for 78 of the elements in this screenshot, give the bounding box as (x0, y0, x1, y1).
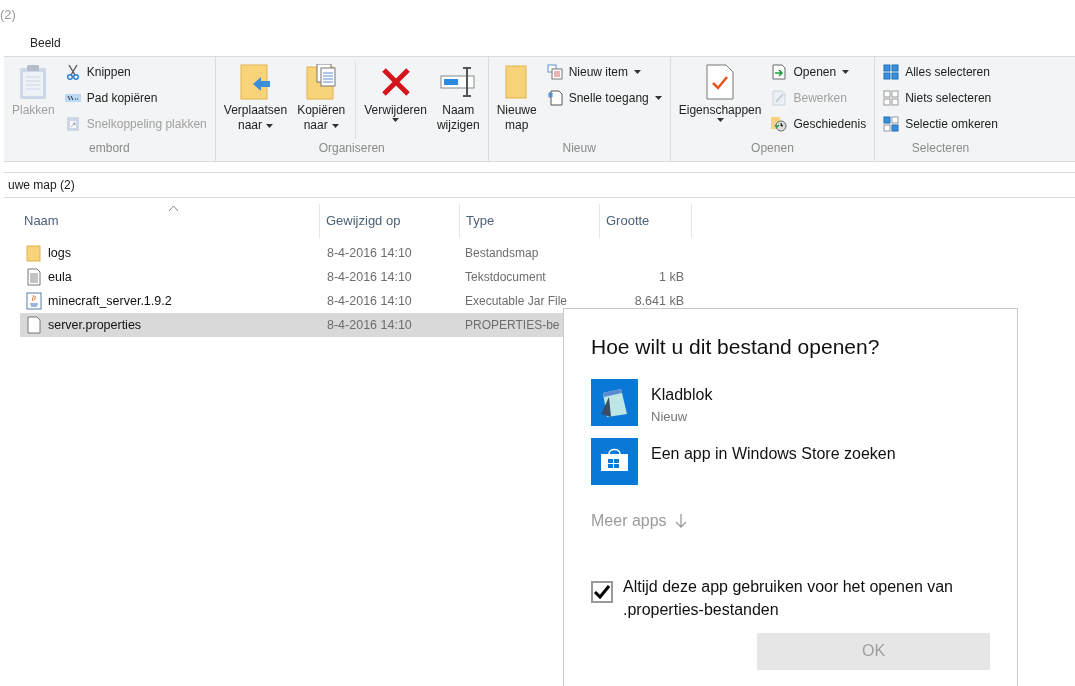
open-icon (771, 64, 788, 80)
ribbon-button[interactable]: Openen (771, 61, 867, 83)
folder-icon (26, 244, 42, 262)
file-name: server.properties (48, 316, 142, 334)
grid-select-icon (883, 90, 900, 106)
column-header[interactable]: Type (460, 204, 600, 238)
app-note: Nieuw (651, 407, 689, 426)
ribbon-button[interactable]: Geschiedenis (771, 113, 867, 135)
rename-icon (440, 66, 477, 98)
history-icon (771, 116, 788, 132)
modified-date: 8-4-2016 14:10 (327, 317, 412, 332)
folder-icon (503, 65, 530, 99)
new-item-icon (546, 64, 563, 80)
checklist-icon (706, 64, 735, 100)
folder-copy-icon (305, 64, 338, 100)
group-label: Nieuw (561, 140, 597, 157)
edit-icon (771, 90, 788, 106)
checkbox[interactable] (591, 580, 613, 603)
ribbon-tab[interactable]: Beeld (26, 34, 65, 52)
app-option[interactable]: Een app in Windows Store zoeken (591, 437, 1017, 495)
check-icon (594, 584, 610, 599)
folder-arrow-icon (239, 64, 272, 100)
app-name: Een app in Windows Store zoeken (651, 443, 896, 464)
ribbon-button[interactable]: Alles selecteren (883, 61, 998, 83)
checkbox-label: Altijd deze app gebruiken voor het openen van .properties-bestanden (623, 576, 954, 620)
column-header[interactable]: Grootte (600, 204, 692, 238)
column-header[interactable]: Naam (18, 204, 320, 238)
ribbon-button[interactable]: Nieuw item (546, 61, 662, 83)
ribbon-button[interactable]: Verplaatsen naar (219, 61, 292, 139)
group-label: Selecteren (910, 140, 971, 157)
scissors-icon (64, 64, 81, 80)
ribbon-button[interactable]: Kopiëren naar (293, 61, 350, 139)
grid-select-icon (883, 64, 900, 80)
column-header[interactable]: Gewijzigd op (320, 204, 460, 238)
grid-select-icon (883, 116, 900, 132)
modified-date: 8-4-2016 14:10 (327, 245, 412, 260)
group-label: Openen (750, 140, 795, 157)
java-file-icon (26, 292, 42, 310)
clipboard-icon (19, 64, 48, 100)
group-label: embord (88, 140, 131, 157)
ribbon-button[interactable]: Snelle toegang (546, 87, 662, 109)
ribbon-button[interactable]: Knippen (64, 61, 207, 83)
file-name: eula (48, 268, 72, 286)
store-icon (591, 437, 638, 485)
shortcut-icon (64, 116, 81, 132)
file-type: Bestandsmap (465, 245, 539, 260)
modified-date: 8-4-2016 14:10 (327, 293, 412, 308)
file-type: Tekstdocument (465, 269, 546, 284)
ribbon-button[interactable]: Naam wijzigen (432, 61, 484, 139)
app-option[interactable]: Kladblok Nieuw (591, 378, 1017, 436)
file-row[interactable]: logs 8-4-2016 14:10 Bestandsmap (20, 241, 692, 265)
ribbon-button[interactable]: Selectie omkeren (883, 113, 998, 135)
window-title: (2) (0, 6, 16, 25)
ribbon-button[interactable]: Pad kopiëren (64, 87, 207, 109)
file-icon (26, 316, 42, 334)
app-name: Kladblok (651, 384, 713, 405)
address-text: uwe map (2) (8, 177, 75, 194)
file-row[interactable]: minecraft_server.1.9.2 8-4-2016 14:10 Executable Jar File 8.641 kB (20, 289, 692, 313)
pin-document-icon (546, 90, 563, 106)
notepad-icon (591, 378, 638, 426)
file-size: 8.641 kB (634, 293, 684, 308)
group-label: Organiseren (317, 140, 386, 157)
arrow-down-icon (674, 513, 687, 528)
file-type: PROPERTIES-be (465, 317, 560, 332)
text-file-icon (26, 268, 42, 286)
file-size: 1 kB (659, 269, 684, 284)
file-name: logs (48, 244, 71, 262)
file-type: Executable Jar File (465, 293, 568, 308)
file-name: minecraft_server.1.9.2 (48, 292, 172, 310)
file-row[interactable]: eula 8-4-2016 14:10 Tekstdocument 1 kB (20, 265, 692, 289)
modified-date: 8-4-2016 14:10 (327, 269, 412, 284)
delete-icon (379, 66, 412, 98)
ribbon-button[interactable]: Eigenschappen (674, 61, 766, 139)
ribbon-button[interactable]: Verwijderen (355, 61, 431, 139)
ribbon-button[interactable]: Niets selecteren (883, 87, 998, 109)
sort-up-icon (168, 206, 178, 211)
ribbon-button[interactable]: Nieuwe map (492, 61, 541, 139)
dialog-title: Hoe wilt u dit bestand openen? (591, 334, 881, 360)
